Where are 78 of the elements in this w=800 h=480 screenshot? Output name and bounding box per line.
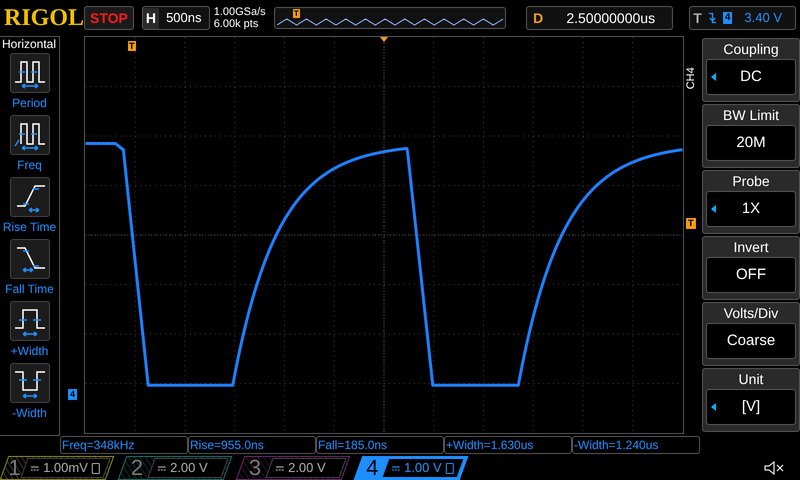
measurement-button[interactable] <box>10 363 50 403</box>
channel-scale: 1.00mV <box>43 459 88 478</box>
softkey-title: BW Limit <box>723 106 779 125</box>
memory-depth: 6.00k pts <box>214 18 260 30</box>
softkey-title: Invert <box>733 238 768 257</box>
menu-softkey[interactable]: Unit [V] <box>702 368 800 432</box>
channel-number: 3 <box>248 457 262 479</box>
channel-scale: 1.00 V <box>404 459 442 478</box>
timebase-field[interactable]: H 500ns <box>142 6 210 30</box>
trigger-position-marker: T <box>292 9 300 18</box>
measurement-label: Fall Time <box>5 281 54 298</box>
softkey-title: Volts/Div <box>724 304 778 323</box>
channel-number: 1 <box>7 457 22 479</box>
channel-tab[interactable]: 2 2.00 V <box>118 456 232 480</box>
softkey-value: [V] <box>742 396 760 417</box>
measurement-result: Rise=955.0ns <box>188 436 316 454</box>
measurement-button[interactable] <box>10 239 50 279</box>
softkey-value: DC <box>740 66 762 87</box>
menu-softkey[interactable]: Coupling DC <box>702 38 800 102</box>
menu-softkey[interactable]: Volts/Div Coarse <box>702 302 800 366</box>
softkey-value: OFF <box>736 264 766 285</box>
trigger-level: 3.40 V <box>744 9 782 28</box>
menu-softkey[interactable]: Probe 1X <box>702 170 800 234</box>
measurement-button[interactable] <box>10 301 50 341</box>
trigger-source-badge: 4 <box>722 12 732 24</box>
dc-coupling-icon <box>31 466 40 470</box>
menu-title: Horizontal <box>1 37 56 51</box>
falling-edge-icon <box>708 12 717 24</box>
softkey-value: Coarse <box>726 330 776 351</box>
measurement-result: Freq=348kHz <box>60 436 188 454</box>
measurement-result: +Width=1.630us <box>444 436 572 454</box>
channel-menu-label: CH4 <box>684 67 698 90</box>
trigger-label: T <box>693 8 702 28</box>
time-center-icon <box>380 37 388 42</box>
softkey-title: Probe <box>732 172 770 191</box>
timebase-value: 500ns <box>165 9 202 28</box>
horizontal-label: H <box>142 8 159 28</box>
channel-number: 4 <box>365 457 380 479</box>
softkey-value: 1X <box>742 198 760 219</box>
delay-field[interactable]: D 2.50000000us <box>526 6 674 30</box>
softkey-title: Unit <box>738 370 764 389</box>
menu-softkey[interactable]: BW Limit 20M <box>702 104 800 168</box>
delay-label: D <box>532 8 544 28</box>
trigger-level-marker: T <box>686 218 696 229</box>
measurement-button[interactable] <box>10 115 50 155</box>
softkey-value: 20M <box>736 132 766 153</box>
dc-coupling-icon <box>392 466 400 470</box>
adjust-arrow-icon <box>711 73 716 81</box>
channel-tab[interactable]: 3 2.00 V <box>236 456 350 480</box>
measurement-label: -Width <box>12 405 47 422</box>
dc-coupling-icon <box>158 466 166 470</box>
measurement-label: +Width <box>10 343 48 360</box>
channel-number: 2 <box>130 457 144 479</box>
measurement-button[interactable] <box>10 177 50 217</box>
bandwidth-limit-icon <box>446 462 454 474</box>
sample-rate: 1.00GSa/s <box>214 6 267 18</box>
softkey-title: Coupling <box>723 40 779 59</box>
adjust-arrow-icon <box>711 205 716 213</box>
channel-level-marker: 4 <box>68 389 78 400</box>
channel-tab[interactable]: 1 1.00mV <box>0 456 114 480</box>
channel-scale: 2.00 V <box>288 459 326 478</box>
trigger-time-marker: T <box>128 41 136 51</box>
trigger-field[interactable]: T 4 3.40 V <box>689 6 796 30</box>
channel-scale: 2.00 V <box>170 459 208 478</box>
dc-coupling-icon <box>276 466 284 470</box>
measurement-label: Period <box>12 95 47 112</box>
delay-value: 2.50000000us <box>565 8 656 28</box>
measurement-label: Freq <box>17 157 42 174</box>
run-status-button[interactable]: STOP <box>84 6 134 30</box>
measurement-label: Rise Time <box>2 219 56 236</box>
adjust-arrow-icon <box>711 403 716 411</box>
measurement-button[interactable] <box>10 53 50 93</box>
bandwidth-limit-icon <box>92 462 100 474</box>
channel-tab[interactable]: 4 1.00 V <box>354 456 468 480</box>
menu-softkey[interactable]: Invert OFF <box>702 236 800 300</box>
mute-speaker-icon <box>764 461 784 475</box>
measurement-result: Fall=185.0ns <box>316 436 444 454</box>
measurement-result: -Width=1.240us <box>572 436 700 454</box>
